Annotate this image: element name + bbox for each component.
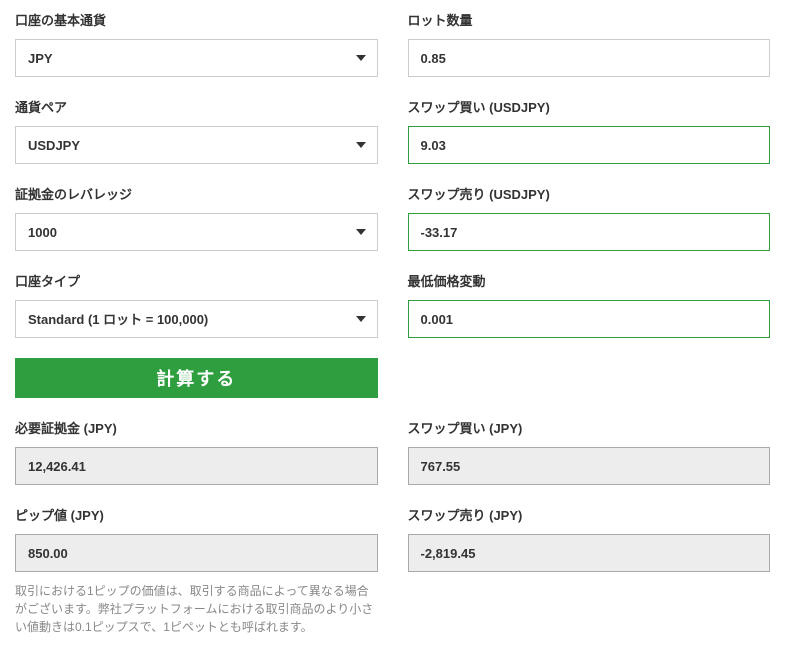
swap-buy-jpy-label: スワップ買い (JPY) xyxy=(408,418,771,437)
swap-buy-jpy-group: スワップ買い (JPY) 767.55 xyxy=(408,418,771,485)
lot-size-group: ロット数量 xyxy=(408,10,771,77)
leverage-select-wrapper: 1000 xyxy=(15,213,378,251)
currency-pair-select[interactable]: USDJPY xyxy=(15,126,378,164)
calculator-form: 口座の基本通貨 JPY 通貨ペア USDJPY 証拠金のレバレッジ 1000 xyxy=(15,10,770,636)
button-spacer xyxy=(408,358,771,418)
account-type-select[interactable]: Standard (1 ロット = 100,000) xyxy=(15,300,378,338)
min-price-move-value: 0.001 xyxy=(408,300,771,338)
required-margin-result: 12,426.41 xyxy=(15,447,378,485)
base-currency-select-wrapper: JPY xyxy=(15,39,378,77)
pip-note-text: 取引における1ピップの価値は、取引する商品によって異なる場合がございます。弊社プ… xyxy=(15,582,378,636)
swap-sell-jpy-result: -2,819.45 xyxy=(408,534,771,572)
swap-sell-usdjpy-label: スワップ売り (USDJPY) xyxy=(408,184,771,203)
leverage-select[interactable]: 1000 xyxy=(15,213,378,251)
swap-buy-usdjpy-label: スワップ買い (USDJPY) xyxy=(408,97,771,116)
required-margin-label: 必要証拠金 (JPY) xyxy=(15,418,378,437)
swap-buy-usdjpy-group: スワップ買い (USDJPY) 9.03 xyxy=(408,97,771,164)
account-type-label: 口座タイプ xyxy=(15,271,378,290)
swap-sell-jpy-group: スワップ売り (JPY) -2,819.45 xyxy=(408,505,771,572)
account-type-select-wrapper: Standard (1 ロット = 100,000) xyxy=(15,300,378,338)
swap-sell-usdjpy-value: -33.17 xyxy=(408,213,771,251)
pip-value-label: ピップ値 (JPY) xyxy=(15,505,378,524)
base-currency-label: 口座の基本通貨 xyxy=(15,10,378,29)
pip-value-group: ピップ値 (JPY) 850.00 xyxy=(15,505,378,572)
account-type-group: 口座タイプ Standard (1 ロット = 100,000) xyxy=(15,271,378,338)
min-price-move-group: 最低価格変動 0.001 xyxy=(408,271,771,338)
left-column: 口座の基本通貨 JPY 通貨ペア USDJPY 証拠金のレバレッジ 1000 xyxy=(15,10,378,636)
swap-buy-jpy-result: 767.55 xyxy=(408,447,771,485)
leverage-group: 証拠金のレバレッジ 1000 xyxy=(15,184,378,251)
pip-value-result: 850.00 xyxy=(15,534,378,572)
lot-size-input[interactable] xyxy=(408,39,771,77)
min-price-move-label: 最低価格変動 xyxy=(408,271,771,290)
calculate-button[interactable]: 計算する xyxy=(15,358,378,398)
currency-pair-label: 通貨ペア xyxy=(15,97,378,116)
base-currency-select[interactable]: JPY xyxy=(15,39,378,77)
swap-sell-usdjpy-group: スワップ売り (USDJPY) -33.17 xyxy=(408,184,771,251)
currency-pair-group: 通貨ペア USDJPY xyxy=(15,97,378,164)
required-margin-group: 必要証拠金 (JPY) 12,426.41 xyxy=(15,418,378,485)
leverage-label: 証拠金のレバレッジ xyxy=(15,184,378,203)
swap-sell-jpy-label: スワップ売り (JPY) xyxy=(408,505,771,524)
swap-buy-usdjpy-value: 9.03 xyxy=(408,126,771,164)
lot-size-label: ロット数量 xyxy=(408,10,771,29)
right-column: ロット数量 スワップ買い (USDJPY) 9.03 スワップ売り (USDJP… xyxy=(408,10,771,636)
base-currency-group: 口座の基本通貨 JPY xyxy=(15,10,378,77)
currency-pair-select-wrapper: USDJPY xyxy=(15,126,378,164)
